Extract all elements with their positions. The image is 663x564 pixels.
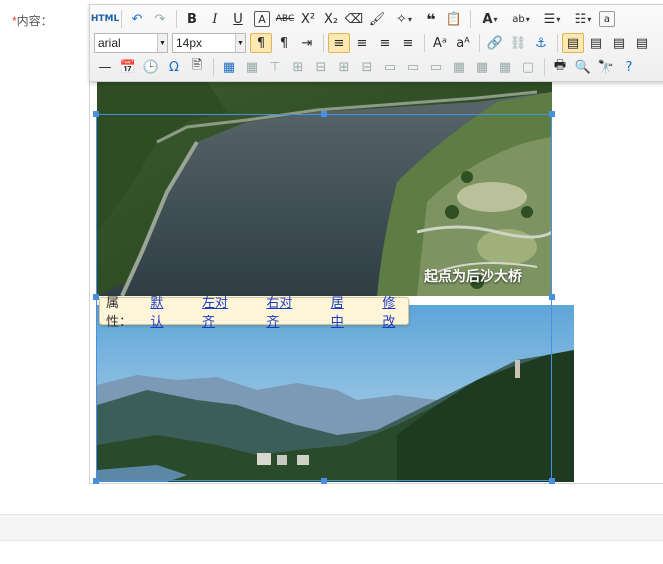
word-image-icon[interactable]: 🖹 xyxy=(186,57,208,77)
split-cells-icon[interactable]: ▦ xyxy=(448,57,470,77)
date-icon[interactable]: 📅 xyxy=(117,57,139,77)
ordered-list-icon[interactable]: ☰ xyxy=(537,9,567,29)
editor-toolbar: HTML ↶ ↷ B I U A ABC X² X₂ ⌫ 🖌 ✧ ❝ 📋 A a… xyxy=(89,4,663,82)
eraser-icon[interactable]: ⌫ xyxy=(343,9,365,29)
html-source-button[interactable]: HTML xyxy=(91,9,119,29)
special-chars-icon[interactable]: Ω xyxy=(163,57,185,77)
toolbar-separator xyxy=(121,10,122,28)
strikethrough-icon[interactable]: ABC xyxy=(274,9,296,29)
image-none-icon[interactable]: ▤ xyxy=(562,33,584,53)
image-center-icon[interactable]: ▤ xyxy=(631,33,653,53)
popup-prefix: 属性： xyxy=(106,296,133,330)
image-left-icon[interactable]: ▤ xyxy=(585,33,607,53)
content-field-label: *内容： xyxy=(12,12,53,29)
insert-row-icon[interactable]: ⊞ xyxy=(287,57,309,77)
toolbar-separator xyxy=(323,34,324,52)
delete-column-icon[interactable]: ⊟ xyxy=(356,57,378,77)
delete-row-icon[interactable]: ⊟ xyxy=(310,57,332,77)
blockquote-icon[interactable]: ❝ xyxy=(420,9,442,29)
indent-icon[interactable]: ⇥ xyxy=(296,33,318,53)
bottom-bar xyxy=(0,514,663,541)
unordered-list-icon[interactable]: ☷ xyxy=(568,9,598,29)
align-justify-icon[interactable]: ≡ xyxy=(397,33,419,53)
select-all-icon[interactable]: a xyxy=(599,11,615,27)
rtl-direction-icon[interactable]: ¶ xyxy=(273,33,295,53)
mountain-forest-image[interactable] xyxy=(97,305,574,482)
align-center-link[interactable]: 居中 xyxy=(331,292,357,330)
mountain-forest-picture xyxy=(97,305,574,482)
merge-down-icon[interactable]: ▭ xyxy=(425,57,447,77)
resize-handle-top-right[interactable] xyxy=(549,111,555,117)
underline-icon[interactable]: U xyxy=(227,9,249,29)
toolbar-separator xyxy=(557,34,558,52)
toolbar-separator xyxy=(213,58,214,76)
toolbar-separator xyxy=(479,34,480,52)
insert-table-icon[interactable]: ▦ xyxy=(218,57,240,77)
font-border-icon[interactable]: A xyxy=(254,11,270,27)
align-right-link[interactable]: 右对齐 xyxy=(266,292,304,330)
content-label-text: 内容： xyxy=(16,14,53,28)
merge-right-icon[interactable]: ▭ xyxy=(402,57,424,77)
unlink-icon[interactable]: ⛓ xyxy=(507,33,529,53)
toolbar-row-3: — 📅 🕒 Ω 🖹 ▦ ▦ ⊤ ⊞ ⊟ ⊞ ⊟ ▭ ▭ ▭ ▦ ▦ ▦ ▢ 🖶 … xyxy=(94,56,641,78)
resize-handle-top-left[interactable] xyxy=(93,111,99,117)
insert-image-icon[interactable]: ▢ xyxy=(517,57,539,77)
delete-table-icon[interactable]: ▦ xyxy=(241,57,263,77)
horizontal-rule-icon[interactable]: — xyxy=(94,57,116,77)
redo-icon[interactable]: ↷ xyxy=(149,9,171,29)
ltr-direction-icon[interactable]: ¶ xyxy=(250,33,272,53)
align-left-icon[interactable]: ≡ xyxy=(328,33,350,53)
preview-icon[interactable]: 🔍 xyxy=(572,57,594,77)
background-color-icon[interactable]: ab xyxy=(506,9,536,29)
align-default-link[interactable]: 默认 xyxy=(150,292,176,330)
italic-icon[interactable]: I xyxy=(204,9,226,29)
toolbar-separator xyxy=(424,34,425,52)
font-size-select[interactable]: 14px ▼ xyxy=(172,33,246,53)
subscript-icon[interactable]: X₂ xyxy=(320,9,342,29)
resize-handle-bottom-left[interactable] xyxy=(93,478,99,484)
font-color-icon[interactable]: A xyxy=(475,9,505,29)
resize-handle-bottom-right[interactable] xyxy=(549,478,555,484)
lowercase-icon[interactable]: aᴬ xyxy=(452,33,474,53)
resize-handle-middle-right[interactable] xyxy=(549,294,555,300)
autotypeset-icon[interactable]: ✧ xyxy=(389,9,419,29)
modify-image-link[interactable]: 修改 xyxy=(382,292,408,330)
chevron-down-icon: ▼ xyxy=(235,34,245,52)
toolbar-separator xyxy=(176,10,177,28)
toolbar-row-2: arial ▼ 14px ▼ ¶ ¶ ⇥ ≡ ≡ ≡ ≡ Aᵃ aᴬ 🔗 ⛓ ⚓… xyxy=(94,32,654,54)
toolbar-separator xyxy=(544,58,545,76)
print-icon[interactable]: 🖶 xyxy=(549,57,571,77)
anchor-icon[interactable]: ⚓ xyxy=(530,33,552,53)
split-cols-icon[interactable]: ▦ xyxy=(494,57,516,77)
search-replace-icon[interactable]: 🔭 xyxy=(595,57,617,77)
merge-cells-icon[interactable]: ▭ xyxy=(379,57,401,77)
resize-handle-bottom-center[interactable] xyxy=(321,478,327,484)
insert-column-icon[interactable]: ⊞ xyxy=(333,57,355,77)
image-caption: 起点为后沙大桥 xyxy=(424,269,522,285)
toolbar-row-1: HTML ↶ ↷ B I U A ABC X² X₂ ⌫ 🖌 ✧ ❝ 📋 A a… xyxy=(91,8,616,30)
undo-icon[interactable]: ↶ xyxy=(126,9,148,29)
image-right-icon[interactable]: ▤ xyxy=(608,33,630,53)
font-family-select[interactable]: arial ▼ xyxy=(94,33,168,53)
insert-paragraph-before-table-icon[interactable]: ⊤ xyxy=(264,57,286,77)
chevron-down-icon: ▼ xyxy=(157,34,167,52)
help-icon[interactable]: ? xyxy=(618,57,640,77)
toolbar-separator xyxy=(470,10,471,28)
resize-handle-top-center[interactable] xyxy=(321,111,327,117)
font-size-value: 14px xyxy=(176,36,203,50)
split-rows-icon[interactable]: ▦ xyxy=(471,57,493,77)
uppercase-icon[interactable]: Aᵃ xyxy=(429,33,451,53)
image-attribute-popup: 属性： 默认 左对齐 右对齐 居中 修改 xyxy=(99,296,409,330)
align-right-icon[interactable]: ≡ xyxy=(374,33,396,53)
bold-icon[interactable]: B xyxy=(181,9,203,29)
paste-plain-icon[interactable]: 📋 xyxy=(443,9,465,29)
time-icon[interactable]: 🕒 xyxy=(140,57,162,77)
format-brush-icon[interactable]: 🖌 xyxy=(366,9,388,29)
align-center-icon[interactable]: ≡ xyxy=(351,33,373,53)
font-family-value: arial xyxy=(98,36,121,50)
align-left-link[interactable]: 左对齐 xyxy=(202,292,240,330)
superscript-icon[interactable]: X² xyxy=(297,9,319,29)
link-icon[interactable]: 🔗 xyxy=(484,33,506,53)
